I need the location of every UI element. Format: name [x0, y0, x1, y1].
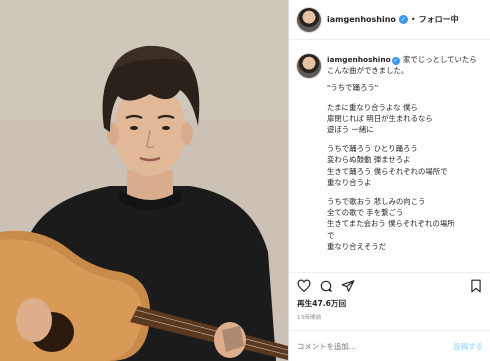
post-panel: iamgenhoshino ✓ • フォロー中 iamgenhoshino ✓ 家… — [288, 0, 490, 361]
lyric-line: たまに重なり合うよな 僕ら — [327, 102, 418, 112]
lyric-line: 生きて踊ろう 僕らそれぞれの場所で — [327, 166, 448, 176]
lyric-line: 遊ぼう 一緒に — [327, 125, 374, 135]
post-video[interactable] — [0, 0, 288, 361]
song-title: "うちで踊ろう" — [327, 83, 379, 93]
verified-badge-icon: ✓ — [391, 57, 400, 65]
timestamp[interactable]: 13時間前 — [297, 313, 322, 321]
post-header: iamgenhoshino ✓ • フォロー中 — [289, 0, 490, 40]
heart-icon[interactable] — [297, 279, 311, 293]
action-bar — [289, 272, 490, 298]
lyric-line: 重なり合うよ — [327, 177, 372, 187]
paper-plane-icon[interactable] — [341, 279, 355, 293]
lyric-line: 生きてまた会おう 僕らそれぞれの場所 — [327, 219, 455, 229]
video-frame-illustration — [0, 0, 288, 361]
caption-avatar[interactable] — [297, 54, 321, 78]
comment-bar: 投稿する — [289, 330, 490, 361]
lyric-line: 重なり合えそうだ — [327, 241, 387, 251]
verified-badge-icon: ✓ — [398, 15, 408, 24]
comment-input[interactable] — [297, 341, 447, 351]
separator-dot: • — [410, 15, 416, 24]
caption-text: iamgenhoshino ✓ 家でじっとしていたらこんな曲ができました。 "うち… — [327, 54, 481, 252]
lyric-line: うちで歌おう 悲しみの向こう — [327, 197, 426, 207]
caption-username-link[interactable]: iamgenhoshino — [327, 55, 391, 64]
lyric-line: うちで踊ろう ひとり踊ろう — [327, 144, 418, 154]
comment-bubble-icon[interactable] — [319, 279, 333, 293]
caption-row: iamgenhoshino ✓ 家でじっとしていたらこんな曲ができました。 "うち… — [297, 54, 483, 252]
post-comment-button[interactable]: 投稿する — [453, 341, 483, 352]
lyric-line: 変わらぬ鼓動 弾ませろよ — [327, 155, 411, 165]
lyric-line: 全ての歌で 手を繋ごう — [327, 208, 404, 218]
caption-area: iamgenhoshino ✓ 家でじっとしていたらこんな曲ができました。 "うち… — [289, 48, 490, 266]
view-count[interactable]: 再生47.6万回 — [297, 298, 346, 309]
following-button[interactable]: フォロー中 — [419, 14, 459, 25]
avatar[interactable] — [297, 7, 321, 32]
lyrics: "うちで踊ろう" たまに重なり合うよな 僕ら 扉閉じれば 明日が生まれるなら 遊… — [327, 82, 481, 252]
lyric-line: 扉閉じれば 明日が生まれるなら — [327, 113, 433, 123]
lyric-line: で — [327, 230, 335, 240]
username-link[interactable]: iamgenhoshino — [327, 15, 396, 24]
bookmark-icon[interactable] — [469, 279, 483, 293]
